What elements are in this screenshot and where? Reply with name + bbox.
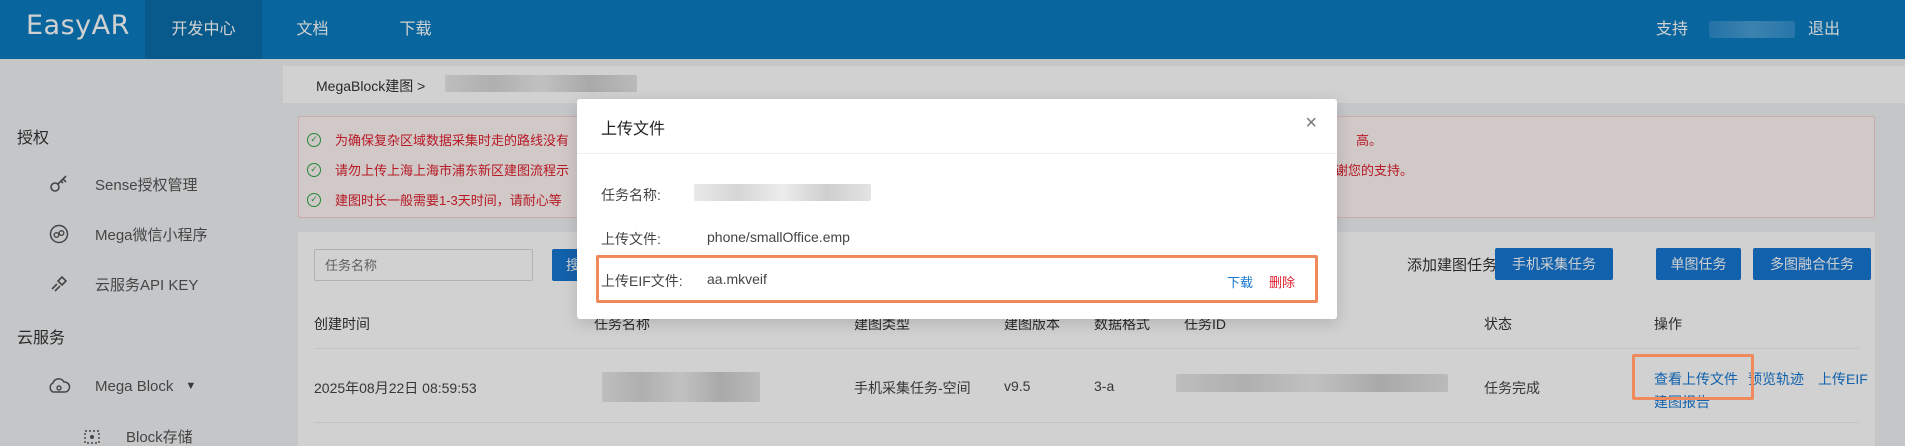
username-redacted[interactable]: [1709, 21, 1795, 38]
sidebar-item-block-storage[interactable]: Block存储: [80, 424, 193, 446]
cell-task-name-redacted: [602, 372, 760, 402]
logout-link[interactable]: 退出: [1806, 0, 1842, 59]
alert-tail: 谢您的支持。: [1335, 163, 1414, 178]
cell-type: 手机采集任务-空间: [854, 380, 971, 396]
alert-tail: 高。: [1356, 133, 1383, 148]
modal-title: 上传文件: [601, 121, 666, 138]
sidebar-header-auth: 授权: [17, 130, 50, 147]
cell-created: 2025年08月22日 08:59:53: [314, 380, 477, 396]
task-name-search-input[interactable]: [314, 249, 533, 281]
sidebar-item-mega-block[interactable]: Mega Block ▼: [47, 374, 196, 398]
sidebar-header-cloud: 云服务: [17, 330, 66, 347]
table-divider: [314, 422, 1859, 423]
check-circle-icon: ✓: [307, 162, 321, 177]
check-circle-icon: ✓: [307, 132, 321, 147]
column-header-actions: 操作: [1654, 316, 1682, 332]
column-header-status: 状态: [1484, 316, 1512, 332]
column-header-created: 创建时间: [314, 316, 370, 332]
highlight-box: [1632, 354, 1754, 400]
nav-download[interactable]: 下载: [393, 0, 438, 59]
sidebar-item-label: 云服务API KEY: [95, 276, 199, 294]
upload-file-value: phone/smallOffice.emp: [707, 229, 850, 245]
add-multi-image-task-button[interactable]: 多图融合任务: [1753, 248, 1871, 280]
breadcrumb-task-redacted: [445, 75, 637, 92]
task-name-value-redacted: [694, 184, 871, 201]
check-circle-icon: ✓: [307, 192, 321, 207]
alert-text: 建图时长一般需要1-3天时间，请耐心等: [335, 193, 562, 208]
sidebar-item-mega-wechat[interactable]: Mega微信小程序: [47, 222, 208, 246]
sidebar-item-sense[interactable]: Sense授权管理: [47, 172, 198, 196]
sense-icon: [47, 172, 71, 196]
alert-text: 请勿上传上海上海市浦东新区建图流程示: [335, 163, 570, 178]
task-name-label: 任务名称:: [601, 187, 661, 203]
breadcrumb: MegaBlock建图 >: [283, 66, 1905, 103]
cloud-icon: [47, 374, 71, 398]
eif-file-label: 上传EIF文件:: [601, 273, 683, 289]
cell-format: 3-a: [1094, 378, 1115, 394]
storage-icon: [80, 424, 104, 446]
alert-row: ✓ 请勿上传上海上海市浦东新区建图流程示: [307, 160, 569, 179]
breadcrumb-root[interactable]: MegaBlock建图 >: [316, 76, 425, 96]
alert-row: ✓ 建图时长一般需要1-3天时间，请耐心等: [307, 190, 562, 209]
upload-eif-link[interactable]: 上传EIF: [1818, 369, 1868, 389]
nav-dev-center[interactable]: 开发中心: [145, 0, 262, 59]
cell-version: v9.5: [1004, 378, 1031, 394]
sidebar-item-label: Mega微信小程序: [95, 226, 208, 244]
sidebar: 授权 Sense授权管理 Mega微信小程序 云服务API KEY 云服务 Me…: [0, 59, 283, 446]
mega-wechat-icon: [47, 222, 71, 246]
chevron-down-icon: ▼: [185, 380, 197, 392]
sidebar-item-api-key[interactable]: 云服务API KEY: [47, 272, 198, 296]
nav-docs[interactable]: 文档: [290, 0, 335, 59]
cell-status: 任务完成: [1484, 380, 1540, 396]
api-key-icon: [47, 272, 71, 296]
alert-row: ✓ 为确保复杂区域数据采集时走的路线没有: [307, 130, 569, 149]
delete-link[interactable]: 删除: [1269, 272, 1295, 291]
table-divider: [314, 348, 1859, 349]
close-icon[interactable]: ×: [1305, 113, 1317, 133]
add-single-image-task-button[interactable]: 单图任务: [1656, 248, 1741, 280]
nav-support[interactable]: 支持: [1654, 0, 1690, 59]
top-navbar: EasyAR 开发中心 文档 下载 支持 退出: [0, 0, 1905, 59]
eif-highlight-box: [596, 255, 1318, 303]
sidebar-item-label: Block存储: [126, 428, 193, 446]
download-link[interactable]: 下载: [1227, 272, 1253, 291]
preview-track-link[interactable]: 预览轨迹: [1748, 369, 1804, 389]
sidebar-item-label: Mega Block: [95, 377, 174, 395]
upload-files-modal: 上传文件 × 任务名称: 上传文件: phone/smallOffice.emp…: [577, 99, 1337, 319]
add-task-label: 添加建图任务:: [1407, 257, 1502, 274]
sidebar-item-label: Sense授权管理: [95, 176, 198, 194]
alert-text: 为确保复杂区域数据采集时走的路线没有: [335, 133, 570, 148]
eif-file-value: aa.mkveif: [707, 271, 767, 287]
cell-task-id-redacted: [1176, 374, 1448, 392]
upload-file-label: 上传文件:: [601, 231, 661, 247]
easyar-logo[interactable]: EasyAR: [26, 10, 130, 41]
add-phone-task-button[interactable]: 手机采集任务: [1495, 248, 1613, 280]
modal-divider: [577, 153, 1337, 154]
